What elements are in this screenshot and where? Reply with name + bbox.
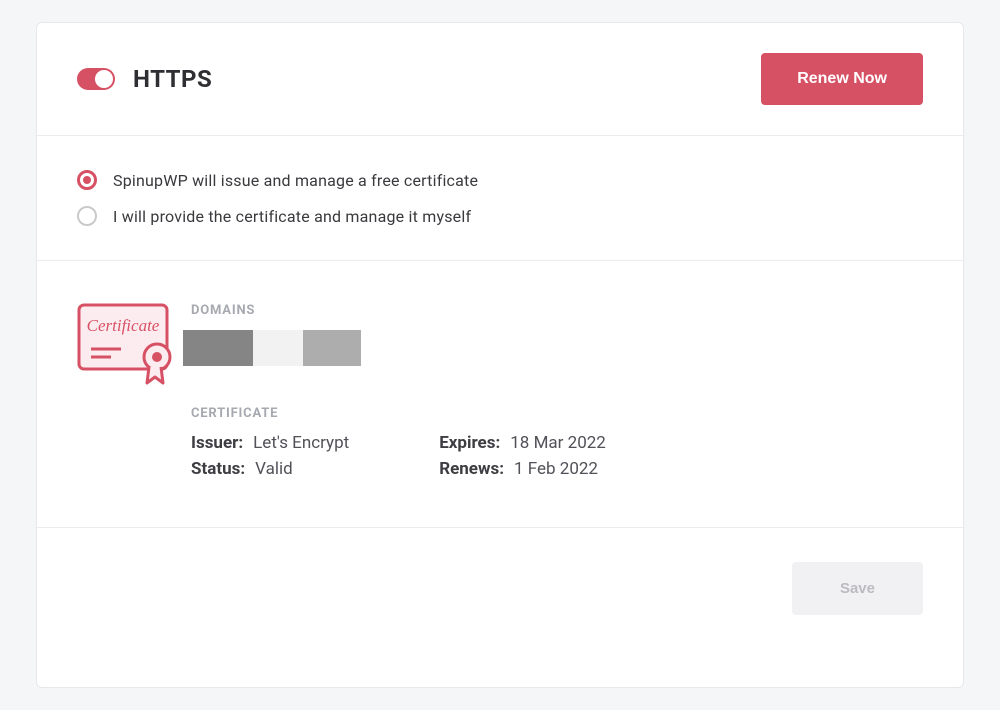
option-self-label: I will provide the certificate and manag… bbox=[113, 207, 471, 226]
certificate-section: Certificate DOMAINS CERTIFICATE Issuer: bbox=[37, 261, 963, 528]
option-managed[interactable]: SpinupWP will issue and manage a free ce… bbox=[77, 170, 923, 190]
toggle-knob bbox=[95, 70, 113, 88]
renews-label: Renews: bbox=[439, 459, 504, 479]
redacted-block bbox=[253, 330, 303, 366]
domains-heading: DOMAINS bbox=[191, 303, 923, 318]
domains-value-redacted bbox=[183, 330, 923, 366]
option-self[interactable]: I will provide the certificate and manag… bbox=[77, 206, 923, 226]
certificate-options: SpinupWP will issue and manage a free ce… bbox=[37, 136, 963, 261]
status-row: Status: Valid bbox=[191, 459, 349, 479]
status-label: Status: bbox=[191, 459, 245, 479]
page-title: HTTPS bbox=[133, 65, 212, 93]
issuer-value: Let's Encrypt bbox=[253, 433, 349, 453]
https-toggle[interactable] bbox=[77, 68, 115, 90]
expires-label: Expires: bbox=[439, 433, 500, 453]
certificate-col-right: Expires: 18 Mar 2022 Renews: 1 Feb 2022 bbox=[439, 433, 606, 479]
option-managed-label: SpinupWP will issue and manage a free ce… bbox=[113, 171, 478, 190]
certificate-col-left: Issuer: Let's Encrypt Status: Valid bbox=[191, 433, 349, 479]
status-value: Valid bbox=[255, 459, 293, 479]
issuer-row: Issuer: Let's Encrypt bbox=[191, 433, 349, 453]
radio-selected-icon bbox=[77, 170, 97, 190]
certificate-icon-text: Certificate bbox=[87, 316, 160, 335]
certificate-heading: CERTIFICATE bbox=[191, 406, 923, 421]
certificate-icon: Certificate bbox=[77, 301, 177, 479]
https-settings-card: HTTPS Renew Now SpinupWP will issue and … bbox=[36, 22, 964, 688]
certificate-info-grid: Issuer: Let's Encrypt Status: Valid Expi… bbox=[191, 433, 923, 479]
card-header: HTTPS Renew Now bbox=[37, 23, 963, 136]
redacted-block bbox=[183, 330, 253, 366]
renews-row: Renews: 1 Feb 2022 bbox=[439, 459, 606, 479]
renew-button[interactable]: Renew Now bbox=[761, 53, 923, 105]
radio-dot bbox=[83, 176, 91, 184]
radio-unselected-icon bbox=[77, 206, 97, 226]
issuer-label: Issuer: bbox=[191, 433, 243, 453]
expires-value: 18 Mar 2022 bbox=[510, 433, 606, 453]
renews-value: 1 Feb 2022 bbox=[514, 459, 598, 479]
save-button[interactable]: Save bbox=[792, 562, 923, 615]
redacted-block bbox=[303, 330, 361, 366]
header-left: HTTPS bbox=[77, 65, 212, 93]
expires-row: Expires: 18 Mar 2022 bbox=[439, 433, 606, 453]
certificate-details: DOMAINS CERTIFICATE Issuer: Let's Encryp… bbox=[191, 301, 923, 479]
card-footer: Save bbox=[37, 528, 963, 649]
